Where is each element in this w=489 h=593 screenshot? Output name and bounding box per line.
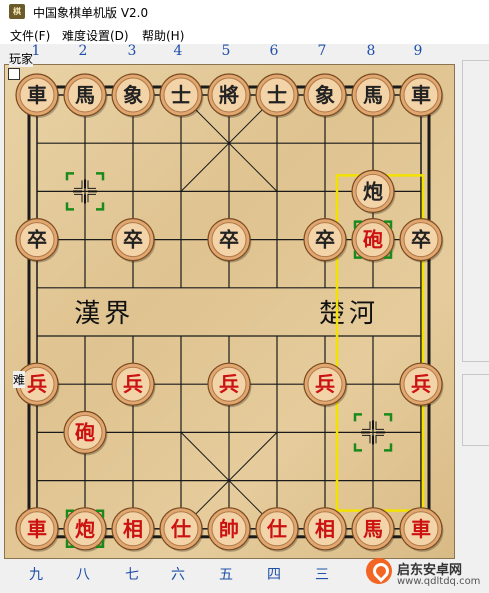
move-marker-corner	[353, 413, 362, 422]
move-marker-corner	[65, 172, 74, 181]
column-label: 4	[173, 43, 183, 59]
position-mark	[362, 421, 371, 430]
piece-label[interactable]: 馬	[363, 517, 383, 541]
player-checkbox[interactable]	[8, 68, 20, 80]
piece-label[interactable]: 帥	[219, 517, 239, 541]
column-label: 三	[315, 567, 329, 583]
board-canvas[interactable]: 漢界 楚河車馬象士將士象馬車炮卒卒卒卒卒砲兵兵兵兵兵砲車炮相仕帥仕相馬車	[5, 65, 454, 558]
move-marker-corner	[96, 202, 105, 211]
chess-board[interactable]: 漢界 楚河車馬象士將士象馬車炮卒卒卒卒卒砲兵兵兵兵兵砲車炮相仕帥仕相馬車	[4, 64, 455, 559]
move-marker-corner	[353, 443, 362, 452]
column-label: 五	[219, 567, 233, 583]
watermark-logo-icon	[366, 558, 393, 584]
column-label: 7	[317, 43, 327, 59]
column-label: 2	[78, 43, 88, 59]
piece-label[interactable]: 卒	[411, 228, 431, 252]
watermark-url: www.qdltdq.com	[397, 576, 481, 587]
position-mark	[74, 180, 83, 189]
position-mark	[74, 193, 83, 203]
column-label: 5	[221, 43, 231, 59]
piece-label[interactable]: 士	[267, 83, 287, 107]
piece-label[interactable]: 砲	[363, 228, 383, 252]
piece-label[interactable]: 馬	[75, 83, 95, 107]
piece-label[interactable]: 相	[315, 517, 335, 541]
position-mark	[375, 434, 384, 444]
column-label: 八	[76, 567, 90, 583]
piece-label[interactable]: 卒	[219, 228, 239, 252]
piece-label[interactable]: 兵	[315, 372, 335, 396]
menu-difficulty[interactable]: 难度设置(D)	[62, 27, 129, 44]
column-label: 七	[125, 567, 139, 583]
menu-file[interactable]: 文件(F)	[10, 27, 50, 44]
menu-bar: 文件(F) 难度设置(D) 帮助(H)	[0, 26, 489, 44]
piece-label[interactable]: 兵	[123, 372, 143, 396]
piece-label[interactable]: 車	[411, 517, 431, 541]
column-label: 9	[413, 43, 423, 59]
position-mark	[87, 193, 96, 203]
piece-label[interactable]: 車	[27, 83, 47, 107]
column-label: 九	[29, 567, 43, 583]
column-numbers-top: 1 2 3 4 5 6 7 8 9	[0, 43, 460, 63]
piece-label[interactable]: 相	[123, 517, 143, 541]
app-icon: 棋	[9, 4, 25, 19]
difficulty-group-box	[462, 374, 489, 446]
piece-label[interactable]: 馬	[363, 83, 383, 107]
move-marker-corner	[384, 413, 393, 422]
difficulty-group-label: 难	[13, 371, 26, 388]
move-marker-corner	[96, 172, 105, 181]
position-mark	[375, 421, 384, 430]
column-label: 3	[127, 43, 137, 59]
piece-label[interactable]: 兵	[219, 372, 239, 396]
column-label: 四	[267, 567, 281, 583]
piece-label[interactable]: 兵	[27, 372, 47, 396]
piece-label[interactable]: 炮	[75, 517, 95, 541]
window-title: 中国象棋单机版 V2.0	[33, 6, 149, 20]
title-bar: 棋 中国象棋单机版 V2.0	[0, 0, 489, 26]
move-marker-corner	[384, 443, 393, 452]
player-group-box	[462, 60, 489, 362]
piece-label[interactable]: 炮	[363, 179, 383, 203]
piece-label[interactable]: 象	[123, 83, 143, 107]
piece-label[interactable]: 砲	[75, 420, 95, 444]
river-label-left: 漢界	[74, 299, 134, 329]
piece-label[interactable]: 卒	[315, 228, 335, 252]
column-label: 6	[269, 43, 279, 59]
move-marker-corner	[65, 202, 74, 211]
piece-label[interactable]: 仕	[266, 517, 287, 541]
column-label: 8	[366, 43, 376, 59]
piece-label[interactable]: 兵	[411, 372, 431, 396]
side-panel	[460, 52, 489, 562]
piece-label[interactable]: 士	[171, 83, 191, 107]
piece-label[interactable]: 車	[27, 517, 47, 541]
menu-help[interactable]: 帮助(H)	[142, 27, 184, 44]
piece-label[interactable]: 卒	[123, 228, 143, 252]
piece-label[interactable]: 仕	[170, 517, 191, 541]
piece-label[interactable]: 將	[219, 83, 239, 107]
piece-label[interactable]: 車	[411, 83, 431, 107]
river-label-right: 楚河	[319, 299, 379, 329]
column-label: 六	[171, 567, 185, 583]
piece-label[interactable]: 象	[315, 83, 335, 107]
position-mark	[362, 434, 371, 444]
piece-label[interactable]: 卒	[27, 228, 47, 252]
position-mark	[87, 180, 96, 189]
player-group-label: 玩家	[9, 50, 34, 67]
